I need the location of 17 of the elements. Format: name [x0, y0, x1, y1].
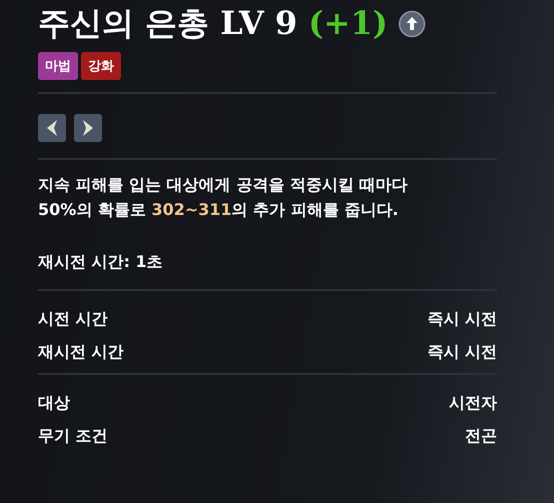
- tag: 마법: [38, 52, 78, 80]
- stat-value: 즉시 시전: [427, 342, 497, 363]
- stat-value: 시전자: [449, 393, 497, 414]
- stat-label: 대상: [38, 393, 70, 414]
- stat-value: 즉시 시전: [427, 309, 497, 330]
- stat-label: 시전 시간: [38, 309, 108, 330]
- chevron-right-icon: [81, 119, 95, 137]
- tag: 강화: [81, 52, 121, 80]
- previous-button[interactable]: [38, 114, 66, 142]
- cooldown-note: 재시전 시간: 1초: [38, 252, 164, 273]
- stat-label: 재시전 시간: [38, 342, 124, 363]
- skill-description: 지속 피해를 입는 대상에게 공격을 적중시킬 때마다 50%의 확률로 302~311의 추가 피해를 줍니다.: [38, 174, 408, 221]
- next-button[interactable]: [74, 114, 102, 142]
- chevron-left-icon: [45, 119, 59, 137]
- skill-title: 주신의 은총 LV 9 (+1): [38, 3, 388, 44]
- stat-value: 전곤: [465, 426, 497, 447]
- stat-label: 무기 조건: [38, 426, 108, 447]
